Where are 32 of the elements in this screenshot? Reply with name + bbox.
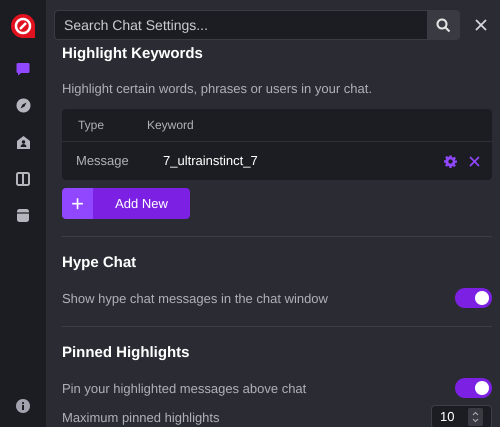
setting-label: Maximum pinned highlights <box>62 408 220 426</box>
stepper-icon[interactable] <box>468 408 483 426</box>
info-icon[interactable] <box>16 399 30 413</box>
section-description: Highlight certain words, phrases or users in your chat. <box>62 80 373 98</box>
compass-icon[interactable] <box>16 98 30 113</box>
add-new-button[interactable]: + Add New <box>62 188 190 219</box>
section-title: Pinned Highlights <box>62 343 190 363</box>
setting-label: Pin your highlighted messages above chat <box>62 380 306 398</box>
delete-button[interactable] <box>469 156 480 166</box>
close-icon <box>475 19 487 31</box>
settings-button[interactable] <box>444 154 457 168</box>
archive-icon[interactable] <box>16 208 30 223</box>
columns-icon[interactable] <box>16 172 30 186</box>
toggle-switch[interactable] <box>455 378 492 398</box>
table-cell-text: 7_ultrainstinct_7 <box>163 152 259 170</box>
chat-icon[interactable] <box>16 62 30 76</box>
column-header: Keyword <box>147 117 194 134</box>
number-field[interactable]: 10 <box>431 405 492 427</box>
section-title: Highlight Keywords <box>62 44 204 64</box>
search-button[interactable] <box>427 10 460 40</box>
section-title: Hype Chat <box>62 253 138 273</box>
table-cell-text: Message <box>75 152 130 170</box>
logo-icon[interactable] <box>9 12 37 40</box>
close-button[interactable] <box>474 18 488 32</box>
setting-label: Show hype chat messages in the chat window <box>62 290 328 308</box>
home-icon[interactable] <box>16 135 30 150</box>
gear-icon <box>444 154 457 168</box>
column-header: Type <box>77 117 106 134</box>
search-input[interactable]: Search Chat Settings... <box>55 11 427 39</box>
toggle-switch[interactable] <box>455 288 492 308</box>
close-icon <box>469 156 480 166</box>
search-icon <box>436 18 451 32</box>
